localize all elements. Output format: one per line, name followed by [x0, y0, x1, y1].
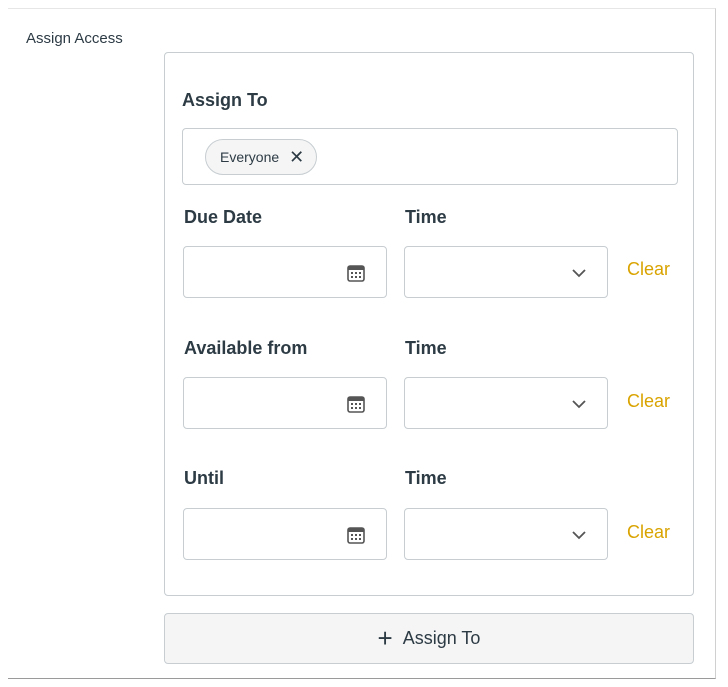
chevron-down-icon [572, 400, 586, 409]
calendar-icon[interactable] [346, 525, 366, 545]
due-date-label: Due Date [184, 207, 263, 227]
calendar-icon[interactable] [346, 394, 366, 414]
until-label: Until [184, 468, 224, 488]
assign-to-label: Assign To [182, 90, 268, 110]
add-button-label: Assign To [402, 628, 481, 648]
until-time-label: Time [405, 468, 447, 488]
until-time-select[interactable] [404, 508, 608, 560]
assignee-chip: Everyone ✕ [205, 139, 318, 175]
available-time-select[interactable] [404, 377, 608, 429]
available-from-label: Available from [184, 338, 308, 358]
due-date-input[interactable] [183, 246, 387, 298]
chip-label: Everyone [220, 149, 280, 165]
plus-icon: + [377, 622, 393, 653]
available-clear-link[interactable]: Clear [627, 391, 670, 412]
available-from-input[interactable] [183, 377, 387, 429]
due-time-label: Time [405, 207, 447, 227]
close-icon[interactable]: ✕ [289, 148, 304, 166]
until-date-input[interactable] [183, 508, 387, 560]
chevron-down-icon [572, 269, 586, 278]
available-time-label: Time [405, 338, 447, 358]
due-time-select[interactable] [404, 246, 608, 298]
chevron-down-icon [572, 531, 586, 540]
section-label: Assign Access [26, 30, 123, 47]
until-clear-link[interactable]: Clear [627, 522, 670, 543]
calendar-icon[interactable] [346, 263, 366, 283]
due-clear-link[interactable]: Clear [627, 259, 670, 280]
add-assign-to-button[interactable]: + Assign To [164, 613, 694, 664]
assign-to-input[interactable]: Everyone ✕ [182, 128, 678, 185]
